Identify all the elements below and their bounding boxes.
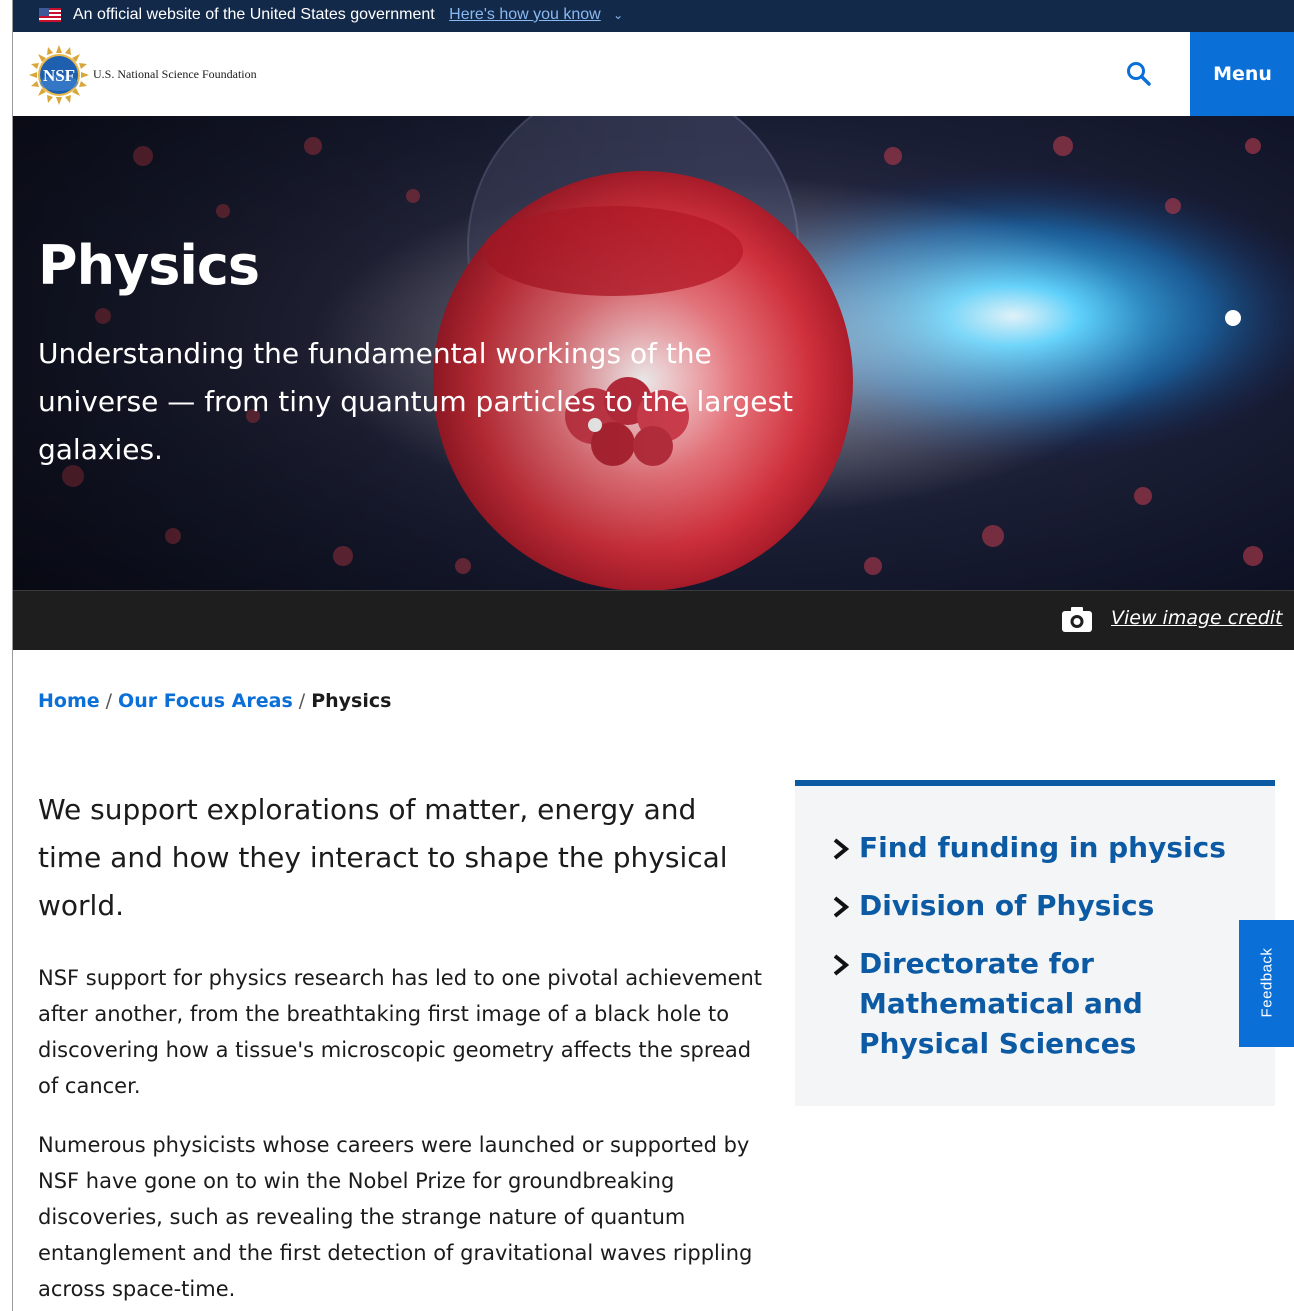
breadcrumb-separator: /	[298, 690, 306, 712]
nsf-logo-text: NSF	[43, 66, 75, 85]
chevron-right-icon	[833, 838, 850, 860]
menu-button[interactable]: Menu	[1190, 32, 1294, 116]
sidebar-link-label: Directorate for Mathematical and Physica…	[859, 947, 1143, 1060]
chevron-right-icon	[833, 896, 850, 918]
body-paragraph: Numerous physicists whose careers were l…	[38, 1133, 753, 1301]
find-funding-link[interactable]: Find funding in physics	[831, 828, 1251, 868]
breadcrumb: Home / Our Focus Areas / Physics	[38, 690, 391, 712]
feedback-label: Feedback	[1258, 947, 1276, 1018]
view-image-credit-link[interactable]: View image credit	[1111, 607, 1283, 629]
directorate-mps-link[interactable]: Directorate for Mathematical and Physica…	[831, 944, 1251, 1064]
site-header: NSF U.S. National Science Foundation Men…	[13, 32, 1294, 116]
related-links-sidebar: Find funding in physics Division of Phys…	[795, 780, 1275, 1106]
feedback-button[interactable]: Feedback	[1239, 920, 1294, 1047]
sidebar-link-label: Find funding in physics	[859, 831, 1226, 864]
image-credit-bar: View image credit	[13, 590, 1294, 650]
hero-banner: Physics Understanding the fundamental wo…	[13, 116, 1294, 590]
hero-subtitle: Understanding the fundamental workings o…	[38, 337, 794, 466]
nsf-logo[interactable]: NSF	[28, 44, 90, 106]
us-flag-icon	[39, 8, 61, 22]
body-paragraph: NSF support for physics research has led…	[38, 966, 763, 1098]
gov-banner-text: An official website of the United States…	[73, 6, 623, 24]
division-of-physics-link[interactable]: Division of Physics	[831, 886, 1251, 926]
chevron-down-icon[interactable]: ⌄	[613, 8, 623, 22]
breadcrumb-our-focus-areas[interactable]: Our Focus Areas	[118, 690, 293, 712]
related-links-list: Find funding in physics Division of Phys…	[831, 828, 1251, 1082]
breadcrumb-home[interactable]: Home	[38, 690, 100, 712]
breadcrumb-separator: /	[105, 690, 113, 712]
page: An official website of the United States…	[12, 0, 1294, 1311]
gov-banner: An official website of the United States…	[13, 0, 1294, 32]
chevron-right-icon	[833, 954, 850, 976]
lead-paragraph: We support explorations of matter, energ…	[38, 793, 728, 922]
sidebar-link-label: Division of Physics	[859, 889, 1155, 922]
breadcrumb-current: Physics	[311, 690, 392, 712]
gov-banner-label: An official website of the United States…	[73, 6, 435, 23]
camera-icon[interactable]	[1061, 605, 1093, 633]
page-title: Physics	[38, 234, 260, 297]
search-icon	[1127, 62, 1151, 86]
heres-how-you-know-link[interactable]: Here's how you know	[449, 6, 601, 23]
search-button[interactable]	[1117, 52, 1161, 96]
org-name[interactable]: U.S. National Science Foundation	[93, 67, 257, 82]
